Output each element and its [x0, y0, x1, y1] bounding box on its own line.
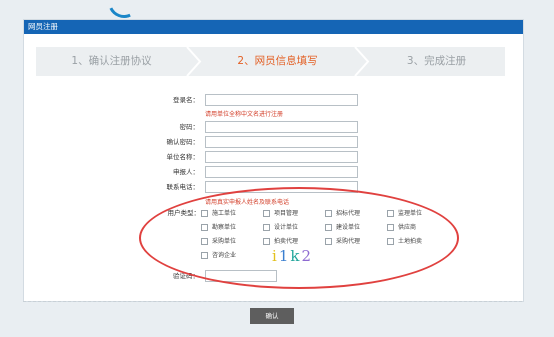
company-label: 单位名称： [166, 153, 200, 161]
password-label: 密码： [179, 123, 200, 131]
step-1: 1、确认注册协议 [71, 55, 152, 67]
company-input[interactable] [205, 151, 358, 163]
step-2-active: 2、网员信息填写 [237, 55, 318, 67]
confirm-password-label: 确认密码： [166, 138, 200, 146]
login-label: 登录名： [173, 96, 199, 104]
annotation-ellipse [139, 187, 459, 289]
confirm-password-input[interactable] [205, 136, 358, 148]
login-row: 登录名： [24, 93, 523, 107]
login-hint: 请用单位全称中文名进行注册 [205, 111, 284, 118]
step-3: 3、完成注册 [406, 55, 467, 67]
phone-label: 联系电话： [166, 183, 200, 191]
divider [23, 301, 522, 302]
password-row: 密码： [24, 120, 523, 134]
login-input[interactable] [205, 94, 358, 106]
confirm-password-row: 确认密码： [24, 135, 523, 149]
step-bar: 1、确认注册协议 2、网员信息填写 3、完成注册 [36, 47, 505, 76]
confirm-button[interactable]: 确认 [250, 308, 294, 324]
captcha-label: 验证码： [173, 272, 199, 280]
company-row: 单位名称： [24, 150, 523, 164]
applicant-row: 申报人： [24, 165, 523, 179]
password-input[interactable] [205, 121, 358, 133]
panel-title: 网员注册 [24, 20, 523, 34]
applicant-input[interactable] [205, 166, 358, 178]
applicant-label: 申报人： [173, 168, 199, 176]
